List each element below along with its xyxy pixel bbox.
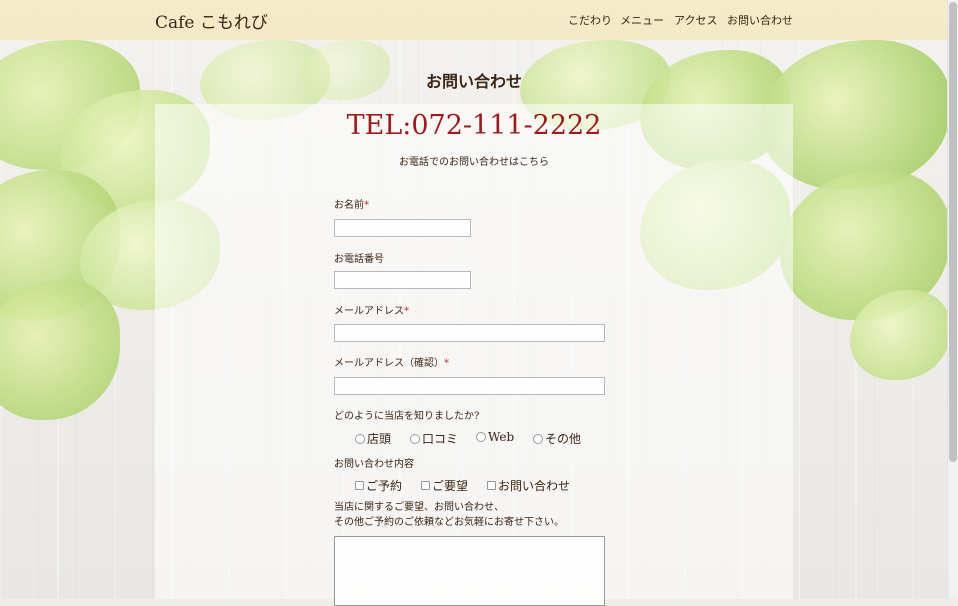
- name-label: お名前*: [334, 200, 369, 211]
- source-question-label: どのように当店を知りましたか?: [334, 411, 480, 422]
- name-input[interactable]: [334, 219, 471, 237]
- message-note-line1: 当店に関するご要望、お問い合わせ、: [334, 502, 504, 513]
- inquiry-option-reservation[interactable]: ご予約: [355, 477, 402, 494]
- message-textarea[interactable]: [334, 536, 605, 606]
- phone-subtitle: お電話でのお問い合わせはこちら: [399, 157, 549, 168]
- inquiry-option-request[interactable]: ご要望: [421, 477, 468, 494]
- site-header: Cafe こもれび こだわり メニュー アクセス お問い合わせ: [0, 0, 948, 40]
- inquiry-type-label: お問い合わせ内容: [334, 459, 414, 470]
- phone-input[interactable]: [334, 271, 471, 289]
- radio-button[interactable]: [533, 433, 543, 444]
- email-confirm-input[interactable]: [334, 377, 605, 395]
- phone-label: お電話番号: [334, 254, 384, 265]
- email-input[interactable]: [334, 324, 605, 342]
- radio-button[interactable]: [355, 433, 365, 444]
- checkbox[interactable]: [487, 481, 496, 490]
- email-label: メールアドレス*: [334, 306, 409, 317]
- required-mark: *: [364, 200, 369, 211]
- radio-button[interactable]: [476, 432, 486, 442]
- scrollbar-thumb[interactable]: [949, 2, 957, 462]
- site-logo[interactable]: Cafe こもれび: [155, 8, 268, 33]
- message-note-line2: その他ご予約のご依頼などお気軽にお寄せ下さい。: [334, 517, 564, 528]
- checkbox[interactable]: [355, 481, 364, 490]
- nav-item-contact[interactable]: お問い合わせ: [727, 12, 793, 28]
- source-option-web[interactable]: Web: [476, 430, 514, 444]
- source-option-word-of-mouth[interactable]: 口コミ: [410, 430, 458, 447]
- inquiry-option-question[interactable]: お問い合わせ: [487, 477, 570, 494]
- checkbox[interactable]: [421, 481, 430, 490]
- email-confirm-label: メールアドレス（確認）*: [334, 358, 449, 369]
- source-option-storefront[interactable]: 店頭: [355, 430, 391, 447]
- phone-number[interactable]: TEL:072-111-2222: [0, 110, 948, 141]
- source-option-other[interactable]: その他: [533, 430, 581, 447]
- page-title: お問い合わせ: [425, 72, 522, 91]
- nav-item-access[interactable]: アクセス: [674, 12, 717, 28]
- required-mark: *: [444, 358, 449, 369]
- page-scrollbar[interactable]: [947, 0, 958, 599]
- nav-item-menu[interactable]: メニュー: [620, 12, 664, 28]
- radio-button[interactable]: [410, 433, 420, 444]
- required-mark: *: [404, 306, 409, 317]
- nav-item-kodawari[interactable]: こだわり: [568, 12, 612, 28]
